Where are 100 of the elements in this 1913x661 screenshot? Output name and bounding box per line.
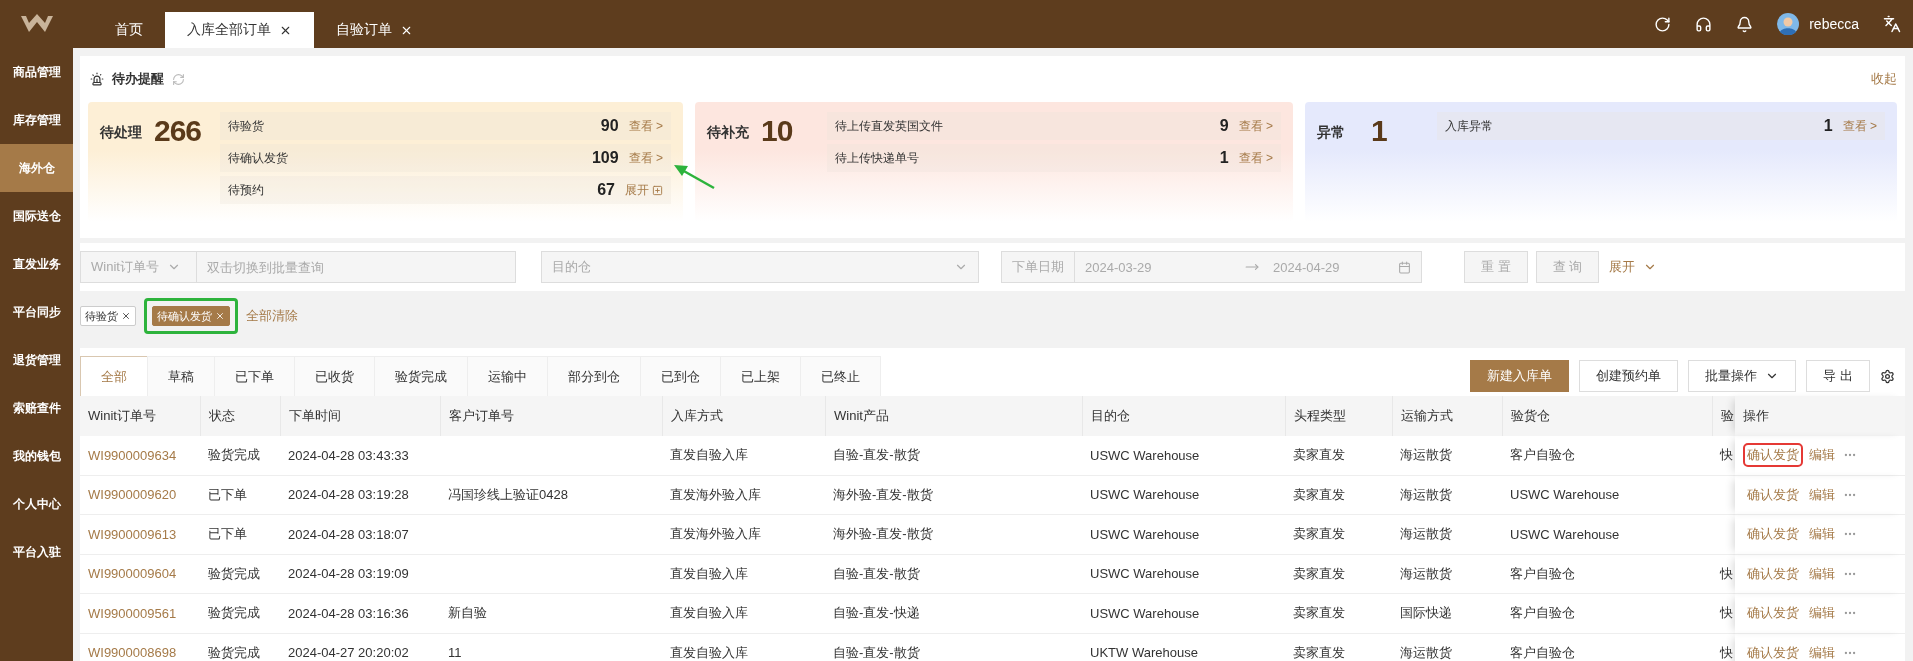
- column-header: 入库方式: [662, 396, 825, 436]
- todo-label: 待上传直发英国文件: [835, 117, 944, 135]
- todo-count: 90: [600, 117, 619, 135]
- status-tab[interactable]: 已终止: [800, 356, 881, 396]
- warehouse-select[interactable]: 目的仓: [541, 251, 979, 283]
- order-number-link[interactable]: WI9900009613: [80, 515, 200, 555]
- calendar-icon[interactable]: [1398, 260, 1411, 274]
- filter-tag[interactable]: 待验货: [80, 306, 136, 326]
- row-action-link[interactable]: 确认发货: [1745, 642, 1801, 661]
- action-button[interactable]: 创建预约单: [1579, 360, 1679, 392]
- view-link[interactable]: 查看 >: [628, 117, 663, 135]
- date-range-field[interactable]: 2024-03-29 2024-04-29: [1074, 251, 1422, 283]
- sidebar-item[interactable]: 直发业务: [0, 240, 73, 288]
- status-tab[interactable]: 部分到仓: [547, 356, 641, 396]
- table-cell: 直发海外验入库: [662, 515, 825, 555]
- card-label: 异常: [1317, 124, 1346, 142]
- translate-icon[interactable]: [1883, 15, 1901, 33]
- table-cell: 2024-04-28 03:43:33: [280, 436, 440, 476]
- status-tab[interactable]: 已下单: [214, 356, 295, 396]
- status-tab[interactable]: 已收货: [294, 356, 375, 396]
- settings-icon[interactable]: [1880, 368, 1895, 384]
- sidebar-item[interactable]: 国际送仓: [0, 192, 73, 240]
- status-tab[interactable]: 已到仓: [640, 356, 721, 396]
- action-button[interactable]: 导 出: [1806, 360, 1870, 392]
- logo-icon: [19, 14, 54, 34]
- order-number-link[interactable]: WI9900009634: [80, 436, 200, 476]
- row-action-link[interactable]: 编辑: [1807, 563, 1837, 584]
- sidebar-item[interactable]: 平台入驻: [0, 528, 73, 576]
- reset-button[interactable]: 重 置: [1464, 251, 1528, 283]
- action-button[interactable]: 新建入库单: [1470, 360, 1570, 392]
- view-link[interactable]: 查看 >: [1238, 149, 1273, 167]
- todo-count: 1: [1219, 149, 1229, 167]
- filter-tag[interactable]: 待确认发货: [152, 306, 230, 326]
- row-action-link[interactable]: 编辑: [1807, 484, 1837, 505]
- order-number-link[interactable]: WI9900009620: [80, 475, 200, 515]
- order-number-link[interactable]: WI9900009604: [80, 554, 200, 594]
- row-action-link[interactable]: 确认发货: [1745, 484, 1801, 505]
- batch-action-button[interactable]: 批量操作: [1688, 360, 1797, 392]
- search-button[interactable]: 查 询: [1535, 251, 1600, 283]
- row-action-link[interactable]: 编辑: [1807, 603, 1837, 624]
- column-header: 头程类型: [1285, 396, 1392, 436]
- table-cell: 自验-直发-散货: [825, 554, 1082, 594]
- sidebar-item[interactable]: 索赔查件: [0, 384, 73, 432]
- order-type-select[interactable]: Winit订单号: [80, 251, 197, 283]
- page-tab[interactable]: 入库全部订单: [165, 12, 314, 48]
- status-tab[interactable]: 已上架: [720, 356, 801, 396]
- table-cell: 海运散货: [1392, 475, 1502, 515]
- row-action-link[interactable]: 编辑: [1807, 524, 1837, 545]
- user-name[interactable]: rebecca: [1809, 16, 1859, 32]
- sidebar-item[interactable]: 个人中心: [0, 480, 73, 528]
- sidebar-item[interactable]: 库存管理: [0, 96, 73, 144]
- view-link[interactable]: 查看 >: [1238, 117, 1273, 135]
- view-link[interactable]: 查看 >: [628, 149, 663, 167]
- table-cell: 客户自验仓: [1502, 594, 1712, 634]
- bell-icon[interactable]: [1736, 15, 1754, 33]
- clear-all-link[interactable]: 全部清除: [246, 307, 298, 325]
- order-number-link[interactable]: WI9900008698: [80, 633, 200, 661]
- order-number-link[interactable]: WI9900009561: [80, 594, 200, 634]
- sidebar-item[interactable]: 平台同步: [0, 288, 73, 336]
- table-cell: USWC Warehouse: [1082, 515, 1285, 555]
- close-icon[interactable]: [121, 311, 131, 321]
- panel-title: 待办提醒: [112, 70, 164, 88]
- row-action-link[interactable]: 编辑: [1807, 642, 1837, 661]
- avatar-icon[interactable]: [1777, 13, 1800, 35]
- expand-link[interactable]: 展开: [1609, 258, 1658, 276]
- table-cell: 直发海外验入库: [662, 475, 825, 515]
- table-cell: 卖家直发: [1285, 633, 1392, 661]
- status-tab[interactable]: 运输中: [467, 356, 548, 396]
- todo-count: 109: [591, 149, 619, 167]
- table-cell: 海外验-直发-散货: [825, 475, 1082, 515]
- column-header: 验: [1712, 396, 1735, 436]
- status-tab[interactable]: 全部: [80, 356, 148, 396]
- collapse-link[interactable]: 收起: [1871, 70, 1897, 88]
- page-tab[interactable]: 首页: [93, 12, 165, 48]
- table-cell: USWC Warehouse: [1082, 436, 1285, 476]
- refresh-icon[interactable]: [1654, 15, 1672, 33]
- order-search-field[interactable]: 双击切换到批量查询: [196, 251, 516, 283]
- sidebar-item[interactable]: 海外仓: [0, 144, 73, 192]
- sidebar-item[interactable]: 我的钱包: [0, 432, 73, 480]
- table-cell: 11: [440, 633, 662, 661]
- page-tab[interactable]: 自验订单: [314, 12, 435, 48]
- row-action-link[interactable]: 编辑: [1807, 445, 1837, 466]
- status-tab[interactable]: 验货完成: [374, 356, 468, 396]
- table-cell: 新自验: [440, 594, 662, 634]
- headset-icon[interactable]: [1695, 15, 1713, 33]
- column-header: 客户订单号: [440, 396, 662, 436]
- expand-link[interactable]: 展开: [625, 181, 663, 199]
- row-action-link[interactable]: 确认发货: [1745, 524, 1801, 545]
- table-cell: 验货完成: [200, 633, 280, 661]
- sidebar-item[interactable]: 商品管理: [0, 48, 73, 96]
- row-action-link[interactable]: 确认发货: [1745, 603, 1801, 624]
- row-action-link[interactable]: 确认发货: [1745, 445, 1801, 466]
- row-action-link[interactable]: 确认发货: [1745, 563, 1801, 584]
- table-cell: 卖家直发: [1285, 475, 1392, 515]
- table-cell: UKTW Warehouse: [1082, 633, 1285, 661]
- plus-square-icon[interactable]: [652, 184, 663, 196]
- sidebar-item[interactable]: 退货管理: [0, 336, 73, 384]
- table-cell: 直发自验入库: [662, 554, 825, 594]
- status-tab[interactable]: 草稿: [147, 356, 215, 396]
- view-link[interactable]: 查看 >: [1842, 117, 1877, 135]
